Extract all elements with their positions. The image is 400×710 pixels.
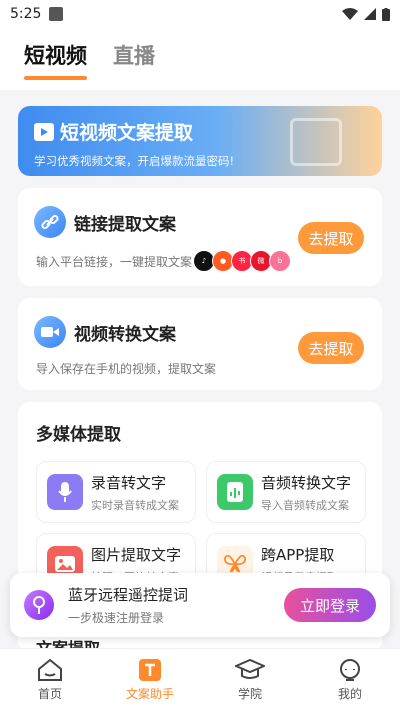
video-convert-button[interactable]: 去提取 — [298, 332, 364, 364]
tile-subtitle: 实时录音转成文案 — [91, 498, 179, 512]
graduation-cap-icon — [235, 658, 265, 679]
nav-label: 文案助手 — [125, 686, 174, 701]
nav-label: 我的 — [337, 686, 362, 701]
home-icon — [38, 658, 62, 681]
nav-profile[interactable]: 我的 — [300, 649, 400, 710]
film-icon — [290, 118, 342, 166]
battery-icon — [382, 7, 390, 21]
video-convert-title: 视频转换文案 — [74, 324, 176, 345]
link-extract-card[interactable]: 链接提取文案 输入平台链接，一键提取文案 ♪ ● 书 微 b 去提取 — [18, 188, 382, 286]
link-extract-title: 链接提取文案 — [74, 214, 176, 235]
link-icon — [34, 206, 66, 238]
status-bar: 5:25 — [0, 0, 400, 28]
profile-icon — [340, 658, 360, 681]
banner-title: 短视频文案提取 — [60, 122, 194, 144]
signal-icon — [364, 8, 376, 20]
nav-text-assistant[interactable]: 文案助手 — [100, 649, 200, 710]
multimedia-title: 多媒体提取 — [36, 425, 121, 445]
tile-title: 音频转换文字 — [261, 473, 352, 492]
text-assistant-icon — [139, 658, 161, 681]
notification-icon — [49, 7, 64, 21]
bottom-nav: 首页 文案助手 学院 我的 — [0, 648, 400, 710]
tile-title: 录音转文字 — [91, 473, 167, 492]
nav-home[interactable]: 首页 — [0, 649, 100, 710]
status-time: 5:25 — [10, 6, 42, 22]
video-camera-icon — [34, 316, 66, 348]
play-icon — [34, 122, 54, 141]
wifi-icon — [342, 8, 358, 20]
float-title: 蓝牙远程遥控提词 — [68, 586, 189, 604]
promo-banner[interactable]: 短视频文案提取 学习优秀视频文案，开启爆款流量密码! — [18, 106, 382, 176]
bilibili-icon: b — [269, 250, 292, 272]
nav-label: 学院 — [237, 686, 262, 701]
video-convert-card[interactable]: 视频转换文案 导入保存在手机的视频，提取文案 去提取 — [18, 298, 382, 390]
audio-file-icon — [217, 474, 253, 510]
microphone-icon — [47, 474, 83, 510]
video-convert-desc: 导入保存在手机的视频，提取文案 — [36, 362, 217, 376]
link-extract-button[interactable]: 去提取 — [298, 222, 364, 254]
tile-audio-to-text[interactable]: 音频转换文字 导入音频转成文案 — [206, 461, 366, 523]
login-button[interactable]: 立即登录 — [284, 588, 376, 622]
bluetooth-login-banner[interactable]: 蓝牙远程遥控提词 一步极速注册登录 立即登录 — [10, 573, 390, 637]
tile-subtitle: 导入音频转成文案 — [261, 498, 349, 512]
tab-short-video[interactable]: 短视频 — [24, 40, 87, 80]
tile-voice-to-text[interactable]: 录音转文字 实时录音转成文案 — [36, 461, 196, 523]
tile-title: 图片提取文字 — [91, 545, 182, 564]
nav-label: 首页 — [37, 686, 62, 701]
nav-academy[interactable]: 学院 — [200, 649, 300, 710]
top-tabs: 短视频 直播 — [0, 28, 400, 90]
platform-logos: ♪ ● 书 微 b — [193, 250, 292, 272]
float-subtitle: 一步极速注册登录 — [68, 611, 165, 625]
bluetooth-remote-icon — [24, 590, 54, 620]
tab-live[interactable]: 直播 — [113, 40, 155, 70]
tile-title: 跨APP提取 — [261, 545, 335, 564]
link-extract-desc: 输入平台链接，一键提取文案 — [36, 254, 193, 269]
